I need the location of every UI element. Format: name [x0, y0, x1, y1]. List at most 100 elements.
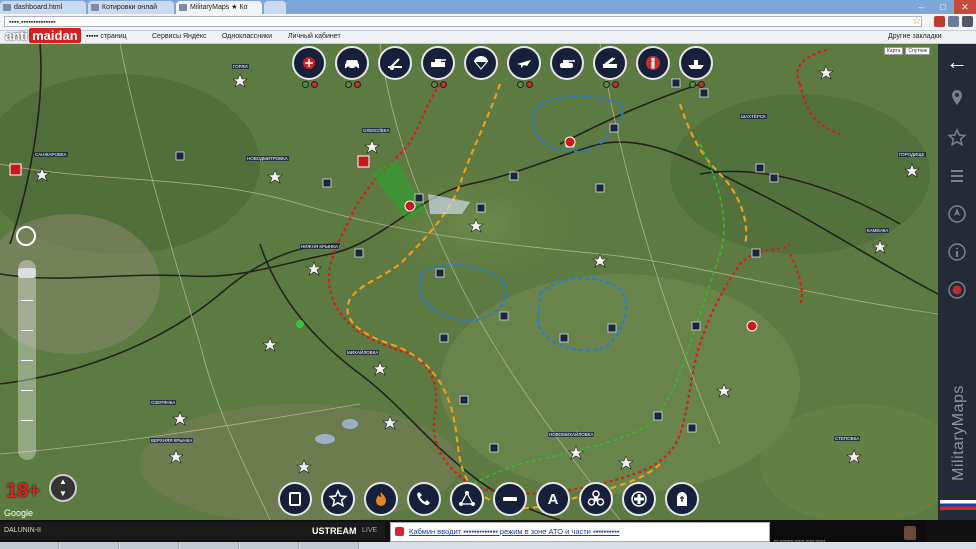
- news-link[interactable]: Кабмин вводит ▪▪▪▪▪▪▪▪▪▪▪▪▪ режим в зоне…: [409, 527, 620, 536]
- minus-filter-button[interactable]: [493, 482, 527, 516]
- scroll-arrows-icon[interactable]: ▲ ▼: [49, 474, 77, 502]
- location-label: ВЕРХНЯЯ КРЫНКА: [150, 438, 194, 443]
- location-label: ОЗЕРЯНКА: [150, 400, 177, 405]
- tab-dashboard[interactable]: dashboard.html: [0, 1, 86, 14]
- pin-icon[interactable]: [947, 88, 967, 108]
- zoom-tick: [21, 360, 33, 361]
- tab-label: Котировки онлай: [102, 4, 158, 11]
- filter-status-dots: [689, 81, 705, 88]
- new-tab-button[interactable]: [264, 1, 286, 14]
- phone-icon: [417, 492, 430, 505]
- apc-filter-button[interactable]: [421, 46, 455, 80]
- favicon-icon: [179, 4, 187, 11]
- paratroopers-filter-button[interactable]: [464, 46, 498, 80]
- taskbar-item[interactable]: [240, 542, 299, 549]
- status-dot: [526, 81, 533, 88]
- bookmark-item[interactable]: Личный кабинет: [288, 31, 341, 43]
- extension-icon[interactable]: [948, 16, 959, 27]
- map-canvas[interactable]: ГОРЛИ САНЖАРОВКА НОВОДМИТРОВКА ОЛЕКСІЇВК…: [0, 44, 938, 520]
- tab-label: dashboard.html: [14, 4, 63, 11]
- artillery-filter-button[interactable]: [378, 46, 412, 80]
- star-filter-button[interactable]: [321, 482, 355, 516]
- ustream-logo[interactable]: USTREAM: [312, 522, 357, 540]
- tank-filter-button[interactable]: [550, 46, 584, 80]
- info-icon[interactable]: [947, 242, 967, 262]
- bookmark-item[interactable]: ▪▪▪▪▪ страниц: [86, 31, 127, 43]
- status-dot: [302, 81, 309, 88]
- status-dot: [689, 81, 696, 88]
- arrow-left-icon[interactable]: ←: [938, 48, 976, 76]
- vehicle-filter-button[interactable]: [335, 46, 369, 80]
- checkpoint-icon: [303, 57, 315, 69]
- location-label: ГОРЛИ: [232, 64, 249, 69]
- news-icon: [395, 527, 404, 536]
- minimize-icon[interactable]: –: [910, 0, 932, 14]
- tank-icon: [560, 60, 575, 68]
- artillery-icon: [388, 58, 402, 70]
- mlrs-filter-button[interactable]: [593, 46, 627, 80]
- map-type-satellite-button[interactable]: Спутник: [905, 47, 931, 55]
- pan-control-icon[interactable]: [16, 226, 36, 246]
- taskbar-item[interactable]: [120, 542, 179, 549]
- taskbar-item[interactable]: [60, 542, 119, 549]
- military-maps-sidebar: ← MilitaryMaps: [938, 44, 976, 520]
- bookmark-star-icon[interactable]: ☆: [912, 16, 921, 27]
- tab-militarymaps[interactable]: MilitaryMaps ★ Ко: [176, 1, 262, 14]
- extension-icon[interactable]: [934, 16, 945, 27]
- status-dot: [603, 81, 610, 88]
- square-filter-button[interactable]: [278, 482, 312, 516]
- filter-status-dots: [345, 81, 361, 88]
- location-label: ОЛЕКСІЇВКА: [362, 128, 391, 133]
- globe-icon[interactable]: [947, 280, 967, 300]
- location-label: МИХАЙЛОВКА: [346, 350, 380, 355]
- ship-icon: [688, 60, 704, 69]
- network-filter-button[interactable]: [450, 482, 484, 516]
- news-ticker: Кабмин вводит ▪▪▪▪▪▪▪▪▪▪▪▪▪ режим в зоне…: [390, 522, 770, 542]
- medical-filter-button[interactable]: [622, 482, 656, 516]
- location-label: ГОРОДИЩЕ: [898, 152, 926, 157]
- unit-filter-toolbar: [292, 46, 714, 88]
- taskbar-item[interactable]: [300, 542, 359, 549]
- zoom-slider[interactable]: [18, 260, 36, 460]
- live-badge: LIVE: [362, 527, 378, 534]
- bookmark-item[interactable]: Сервисы Яндекс: [152, 31, 207, 43]
- location-label: ШАХТЁРСК: [740, 114, 767, 119]
- address-input[interactable]: ▪▪▪▪.▪▪▪▪▪▪▪▪▪▪▪▪▪▪: [4, 16, 922, 27]
- zoom-knob[interactable]: [18, 268, 36, 278]
- minus-icon: [503, 497, 517, 501]
- phone-filter-button[interactable]: [407, 482, 441, 516]
- menu-icon[interactable]: [947, 166, 967, 186]
- biohazard-filter-button[interactable]: [579, 482, 613, 516]
- checkpoint-filter-button[interactable]: [292, 46, 326, 80]
- compass-icon[interactable]: [947, 204, 967, 224]
- letter-a-icon: A: [547, 490, 559, 508]
- taskbar-item[interactable]: [0, 542, 59, 549]
- navy-filter-button[interactable]: [679, 46, 713, 80]
- star-icon[interactable]: [947, 128, 967, 148]
- star-icon: [328, 489, 348, 508]
- aviation-filter-button[interactable]: [507, 46, 541, 80]
- mlrs-icon: [603, 57, 617, 68]
- label-a-filter-button[interactable]: A: [536, 482, 570, 516]
- menu-icon[interactable]: [962, 16, 973, 27]
- other-bookmarks[interactable]: Другие закладки: [888, 31, 942, 43]
- age-rating-badge: 18+: [6, 480, 40, 502]
- close-icon[interactable]: ✕: [954, 0, 976, 14]
- google-logo: Google: [4, 508, 34, 518]
- taskbar-item[interactable]: [180, 542, 239, 549]
- location-label: КАМЕНКА: [866, 228, 890, 233]
- location-label: САНЖАРОВКА: [34, 152, 68, 157]
- taskbar: [0, 542, 976, 549]
- maximize-icon[interactable]: □: [932, 0, 954, 14]
- bookmark-item[interactable]: Одноклассники: [222, 31, 272, 43]
- grave-filter-button[interactable]: [665, 482, 699, 516]
- map-layer: [0, 44, 938, 520]
- ustream-player-bar: DALUNIN-II USTREAM LIVE: [0, 522, 385, 540]
- favicon-icon: [3, 4, 11, 11]
- map-type-map-button[interactable]: Карта: [884, 47, 904, 55]
- casualty-filter-button[interactable]: [636, 46, 670, 80]
- tab-quotes[interactable]: Котировки онлай: [88, 1, 174, 14]
- ustream-channel-name: DALUNIN-II: [4, 527, 41, 534]
- status-dot: [431, 81, 438, 88]
- fire-filter-button[interactable]: [364, 482, 398, 516]
